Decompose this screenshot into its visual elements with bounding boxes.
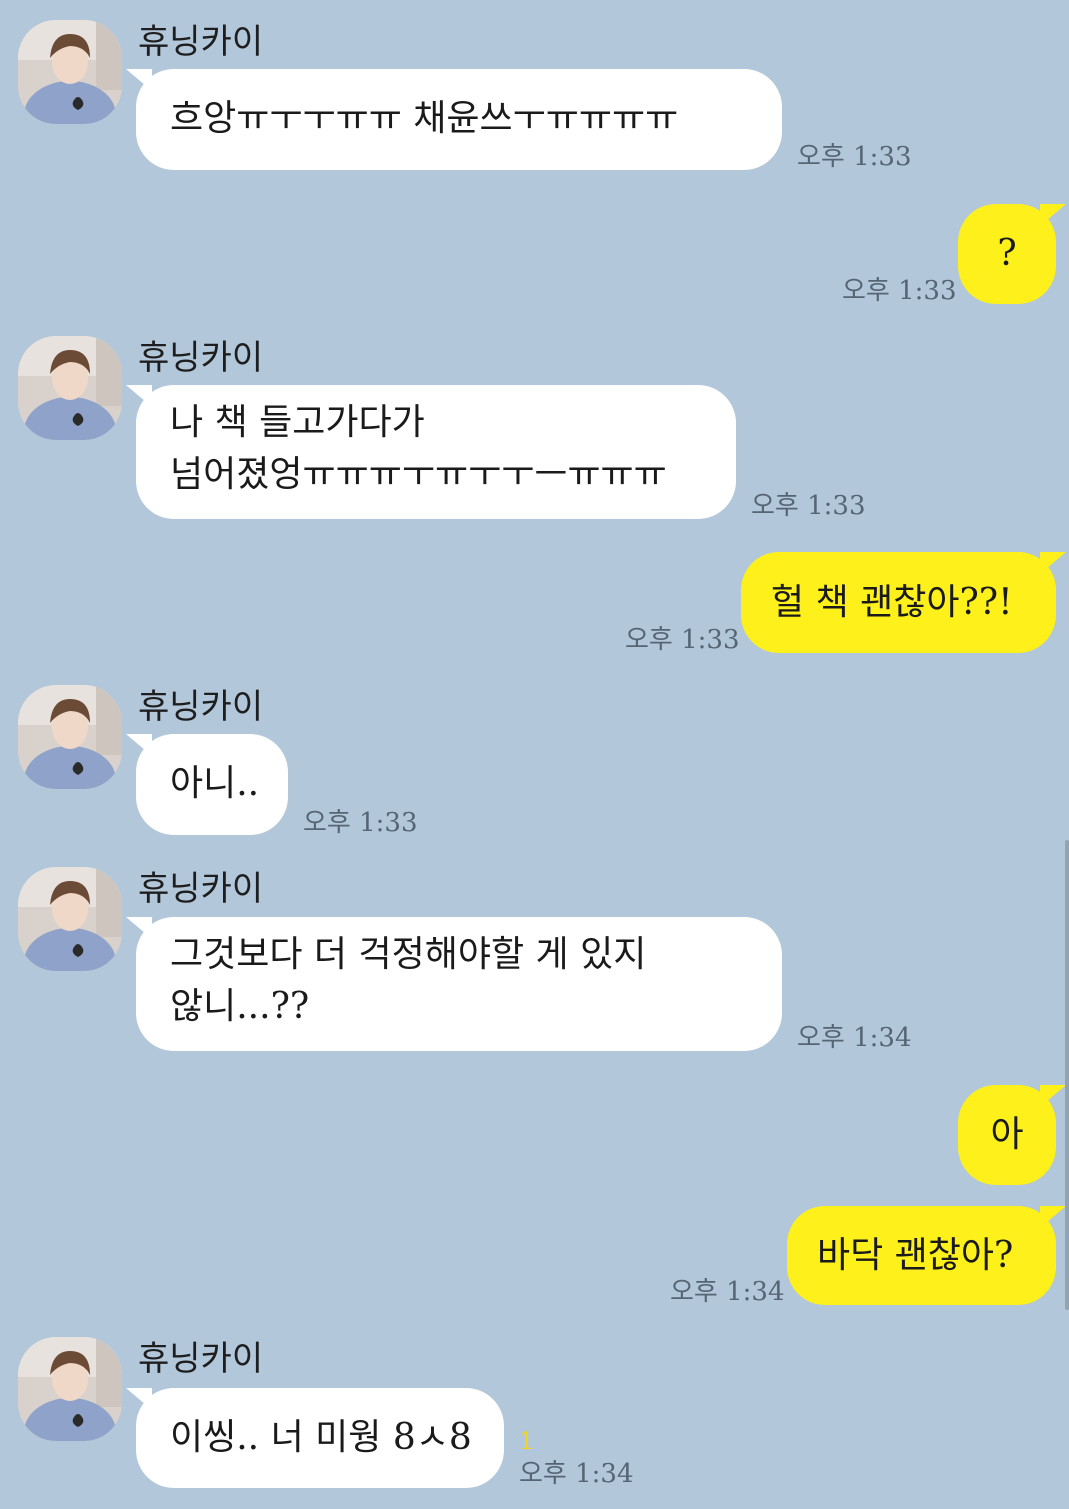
avatar[interactable] — [18, 867, 122, 971]
message-bubble[interactable]: 이씽.. 너 미웡 8ㅅ8 — [126, 1388, 504, 1488]
sender-name: 휴닝카이 — [138, 869, 264, 909]
message-text-line: 넘어졌엉ㅠㅠㅠㅜㅠㅜㅜㅡㅠㅠㅠ — [170, 454, 667, 495]
profile-photo-icon — [18, 867, 122, 971]
message-text: 흐앙ㅠㅜㅜㅠㅠ 채윤쓰ㅜㅠㅠㅠㅠ — [170, 98, 679, 139]
message-text: 이씽.. 너 미웡 8ㅅ8 — [170, 1417, 472, 1458]
message-bubble[interactable]: 바닥 괜찮아? — [787, 1206, 1066, 1305]
message-timestamp: 오후 1:33 — [751, 491, 866, 521]
message-timestamp: 오후 1:34 — [670, 1277, 785, 1307]
message-text: 아니.. — [170, 763, 260, 804]
message-text-line: 않니...?? — [170, 986, 310, 1027]
message-timestamp: 오후 1:33 — [625, 625, 740, 655]
message-timestamp: 오후 1:34 — [519, 1459, 634, 1489]
avatar[interactable] — [18, 1337, 122, 1441]
avatar[interactable] — [18, 336, 122, 440]
sender-name: 휴닝카이 — [138, 687, 264, 727]
message-text-line: 그것보다 더 걱정해야할 게 있지 — [170, 934, 647, 975]
message-text: 헐 책 괜찮아??! — [771, 582, 1013, 623]
chat-room: 휴닝카이 흐앙ㅠㅜㅜㅠㅠ 채윤쓰ㅜㅠㅠㅠㅠ 오후 1:33 ? 오후 1:33 … — [0, 0, 1069, 1509]
message-bubble[interactable]: 헐 책 괜찮아??! — [741, 552, 1066, 653]
scrollbar[interactable] — [1065, 840, 1069, 1310]
profile-photo-icon — [18, 20, 122, 124]
sender-name: 휴닝카이 — [138, 338, 264, 378]
avatar[interactable] — [18, 20, 122, 124]
message-timestamp: 오후 1:33 — [303, 808, 418, 838]
message-text-line: 나 책 들고가다가 — [170, 402, 425, 443]
message-bubble[interactable]: 그것보다 더 걱정해야할 게 있지 않니...?? — [126, 917, 782, 1051]
profile-photo-icon — [18, 336, 122, 440]
profile-photo-icon — [18, 1337, 122, 1441]
message-timestamp: 오후 1:33 — [797, 142, 912, 172]
message-bubble[interactable]: 흐앙ㅠㅜㅜㅠㅠ 채윤쓰ㅜㅠㅠㅠㅠ — [126, 69, 782, 170]
profile-photo-icon — [18, 685, 122, 789]
message-text: 아 — [990, 1114, 1024, 1155]
message-timestamp: 오후 1:34 — [797, 1023, 912, 1053]
avatar[interactable] — [18, 685, 122, 789]
message-text: ? — [997, 233, 1017, 274]
message-bubble[interactable]: 나 책 들고가다가 넘어졌엉ㅠㅠㅠㅜㅠㅜㅜㅡㅠㅠㅠ — [126, 385, 736, 519]
sender-name: 휴닝카이 — [138, 22, 264, 62]
message-text: 바닥 괜찮아? — [817, 1235, 1014, 1276]
sender-name: 휴닝카이 — [138, 1339, 264, 1379]
message-timestamp: 오후 1:33 — [842, 276, 957, 306]
message-bubble[interactable]: 아 — [958, 1085, 1066, 1185]
message-bubble[interactable]: ? — [958, 204, 1066, 304]
message-bubble[interactable]: 아니.. — [126, 734, 288, 835]
unread-count: 1 — [519, 1427, 535, 1455]
